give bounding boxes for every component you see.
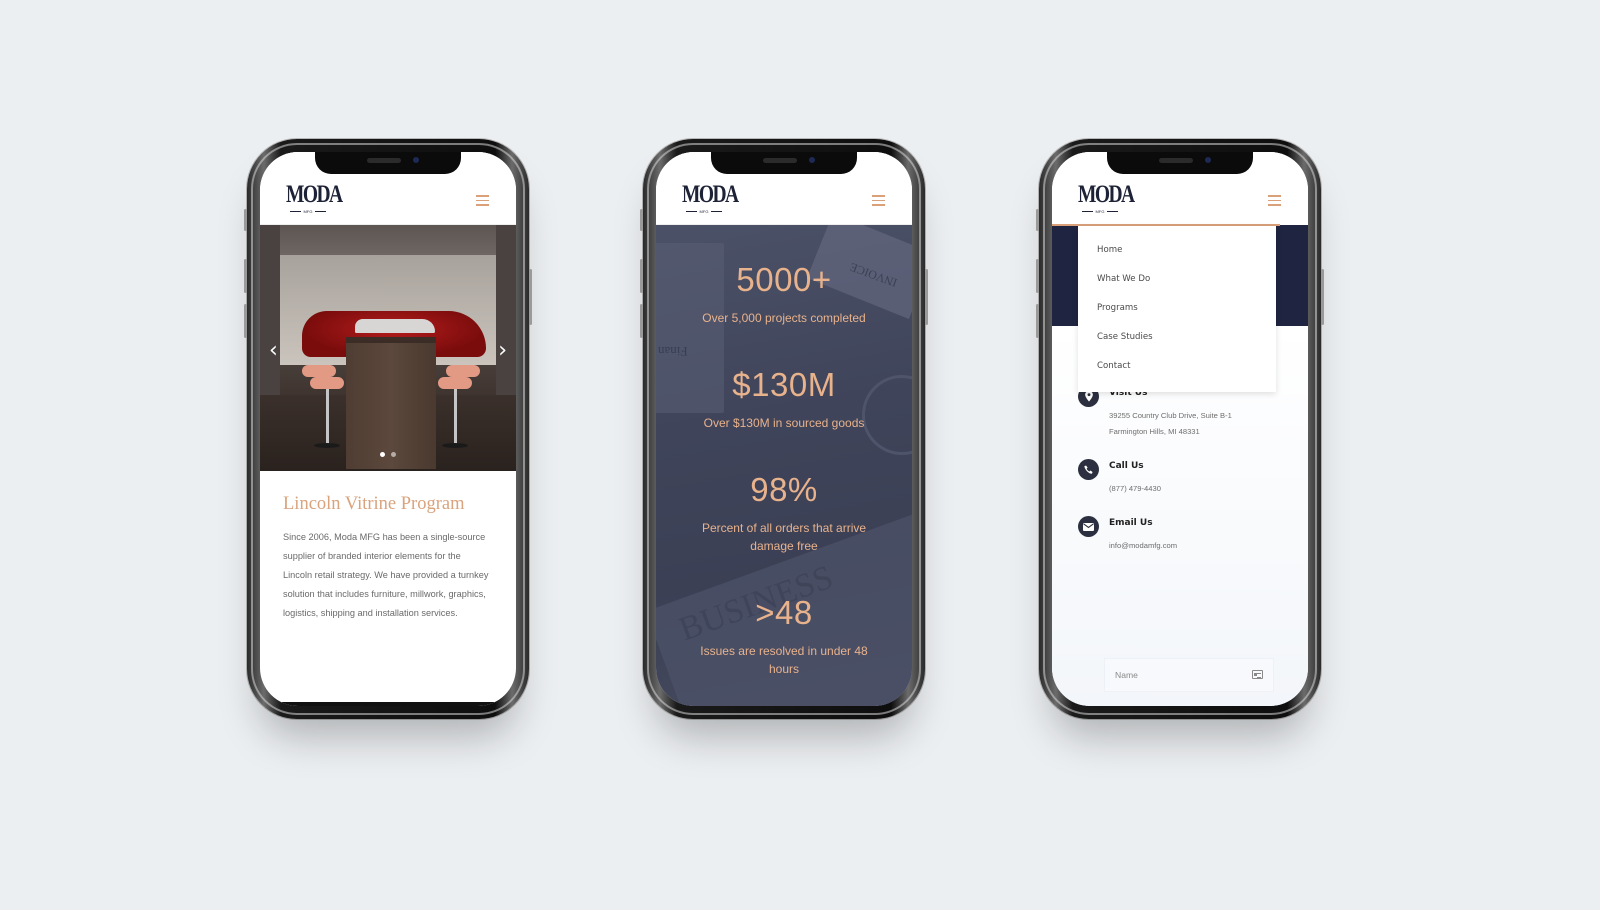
phone-icon (1078, 459, 1099, 480)
contact-title: Email Us (1109, 518, 1153, 528)
nav-item-contact[interactable]: Contact (1078, 352, 1276, 381)
nav-item-home[interactable]: Home (1078, 236, 1276, 265)
nav-item-what-we-do[interactable]: What We Do (1078, 265, 1276, 294)
phone-side-button (244, 259, 247, 293)
phone-mockup-program: MODA MFG ‹ › Lincoln Vitrine Program Sin… (244, 139, 532, 719)
phone-mockup-stats: MODA MFG INVOICE Finan BUSINESS 5000+ Ov… (640, 139, 928, 719)
hamburger-menu-icon[interactable] (476, 195, 489, 206)
home-indicator (282, 702, 494, 706)
phone-side-button (1036, 304, 1039, 338)
bg-word-finance: Finan (658, 344, 688, 359)
program-description: Since 2006, Moda MFG has been a single-s… (283, 532, 489, 618)
address-line-2: Farmington Hills, MI 48331 (1109, 427, 1200, 436)
phone-power-button (529, 269, 532, 325)
stat-item: $130M Over $130M in sourced goods (656, 366, 912, 432)
stat-item: >48 Issues are resolved in under 48 hour… (656, 594, 912, 678)
stat-value: $130M (732, 366, 836, 403)
dropdown-nav-menu: Home What We Do Programs Case Studies Co… (1078, 226, 1276, 392)
phone-side-button (640, 259, 643, 293)
stat-item: 5000+ Over 5,000 projects completed (656, 261, 912, 327)
slider-dots (380, 452, 396, 457)
nav-item-programs[interactable]: Programs (1078, 294, 1276, 323)
stat-value: 98% (750, 471, 818, 508)
contact-address: 39255 Country Club Drive, Suite B-1 Farm… (1109, 408, 1232, 440)
moda-logo[interactable]: MODA MFG (286, 181, 343, 214)
logo-wordmark: MODA (286, 181, 343, 208)
name-input[interactable]: Name (1104, 658, 1274, 692)
slider-dot-2[interactable] (391, 452, 396, 457)
logo-subtext: MFG (686, 208, 722, 214)
nav-item-case-studies[interactable]: Case Studies (1078, 323, 1276, 352)
phone-side-button (1036, 259, 1039, 293)
logo-subtext: MFG (290, 208, 326, 214)
phone-screen: MODA MFG Home What We Do Programs Case S… (1052, 152, 1308, 706)
logo-subtext: MFG (1082, 208, 1118, 214)
phone-side-button (244, 209, 247, 231)
slider-next-arrow[interactable]: › (498, 340, 507, 362)
phone-side-button (244, 304, 247, 338)
envelope-icon (1078, 516, 1099, 537)
contact-phone[interactable]: (877) 479-4430 (1109, 481, 1161, 497)
hamburger-menu-icon[interactable] (1268, 195, 1281, 206)
phone-power-button (1321, 269, 1324, 325)
stat-label: Issues are resolved in under 48 hours (700, 644, 868, 676)
stat-item: 98% Percent of all orders that arrive da… (656, 471, 912, 555)
stats-section: INVOICE Finan BUSINESS 5000+ Over 5,000 … (656, 225, 912, 706)
program-image-slider: ‹ › (260, 225, 516, 471)
stat-label: Over $130M in sourced goods (703, 416, 865, 430)
phone-notch (315, 152, 461, 174)
phone-notch (711, 152, 857, 174)
stat-label: Over 5,000 projects completed (702, 311, 866, 325)
slider-dot-1[interactable] (380, 452, 385, 457)
slider-prev-arrow[interactable]: ‹ (269, 340, 278, 362)
phone-mockup-contact: MODA MFG Home What We Do Programs Case S… (1036, 139, 1324, 719)
table-image (346, 337, 436, 469)
phone-screen: MODA MFG INVOICE Finan BUSINESS 5000+ Ov… (656, 152, 912, 706)
phone-power-button (925, 269, 928, 325)
contact-email-address[interactable]: info@modamfg.com (1109, 538, 1177, 554)
program-title: Lincoln Vitrine Program (283, 494, 465, 514)
logo-wordmark: MODA (682, 181, 739, 208)
phone-side-button (1036, 209, 1039, 231)
stat-value: 5000+ (736, 261, 832, 298)
stat-label: Percent of all orders that arrive damage… (701, 521, 867, 553)
phone-side-button (640, 304, 643, 338)
name-placeholder: Name (1115, 670, 1138, 680)
contact-card-icon (1252, 670, 1263, 679)
phone-notch (1107, 152, 1253, 174)
contact-title: Call Us (1109, 461, 1144, 471)
stat-value: >48 (755, 594, 813, 631)
phone-screen: MODA MFG ‹ › Lincoln Vitrine Program Sin… (260, 152, 516, 706)
logo-wordmark: MODA (1078, 181, 1135, 208)
moda-logo[interactable]: MODA MFG (1078, 181, 1135, 214)
address-line-1: 39255 Country Club Drive, Suite B-1 (1109, 411, 1232, 420)
moda-logo[interactable]: MODA MFG (682, 181, 739, 214)
hamburger-menu-icon[interactable] (872, 195, 885, 206)
phone-side-button (640, 209, 643, 231)
